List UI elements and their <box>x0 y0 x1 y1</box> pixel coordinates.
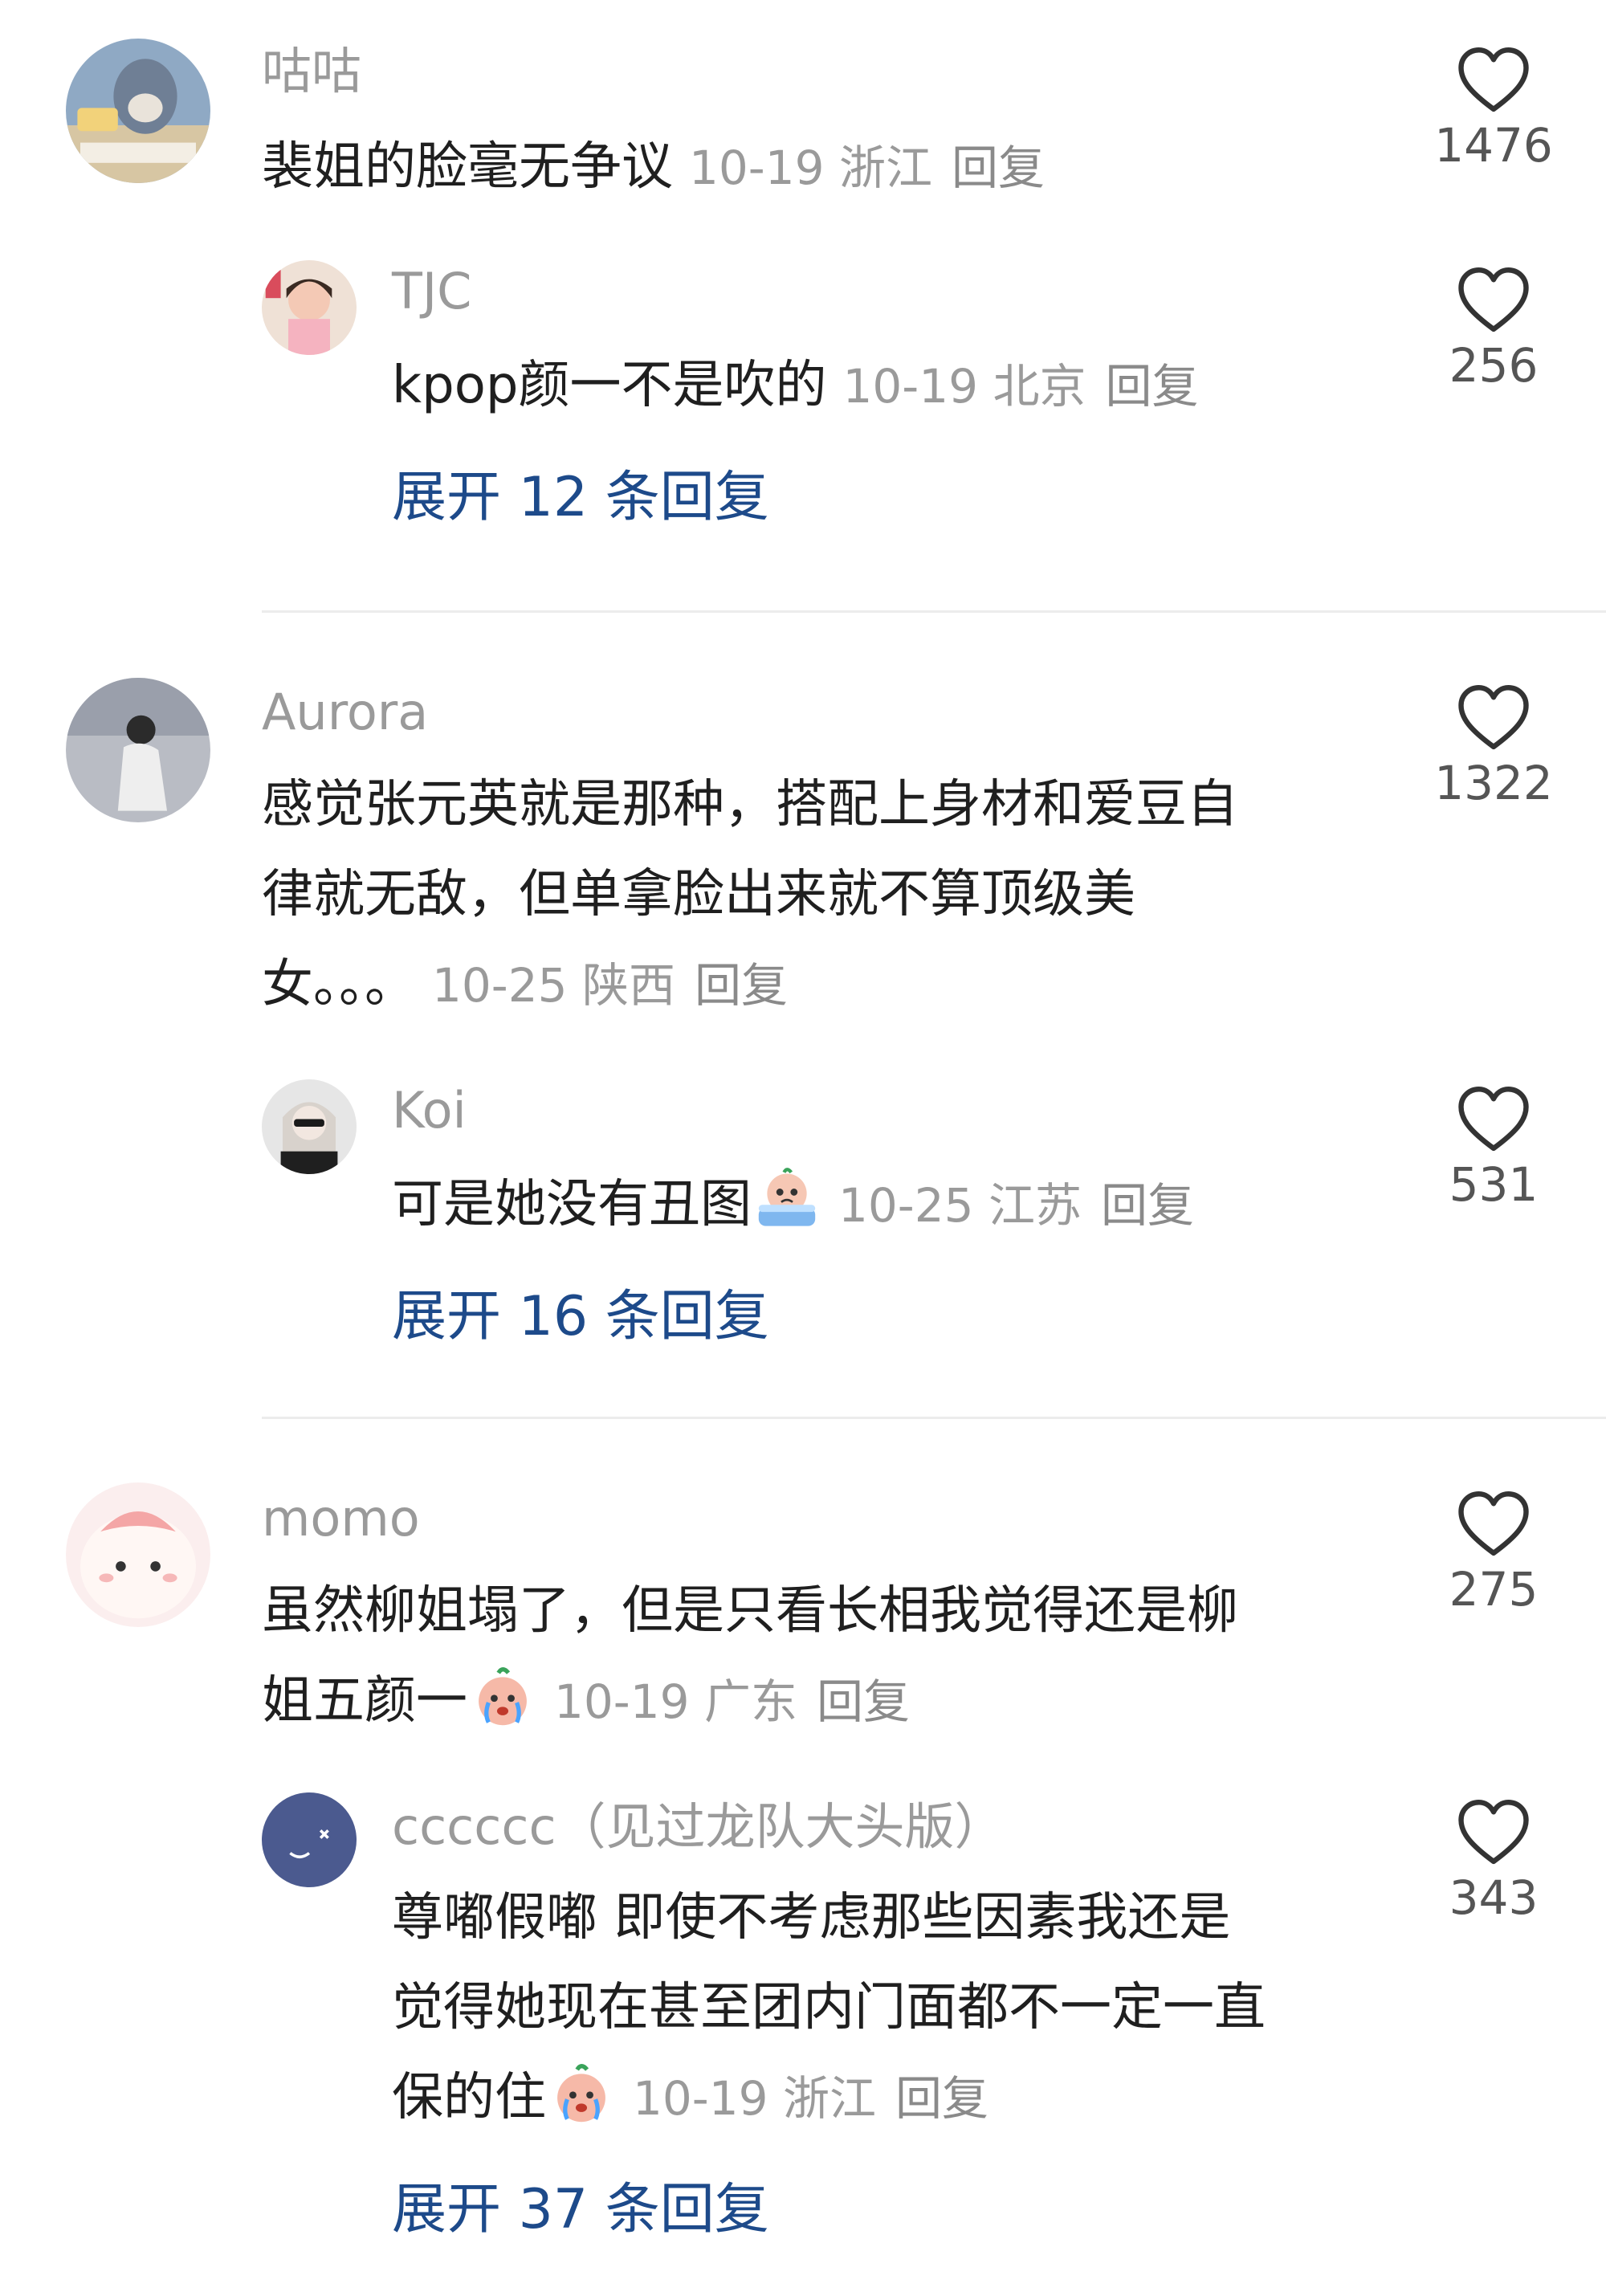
like-button[interactable]: 275 <box>1413 1491 1574 1613</box>
avatar-image <box>66 678 210 822</box>
like-button[interactable]: 1322 <box>1413 684 1574 806</box>
comment-line: 律就无敌，但单拿脸出来就不算顶级美 <box>262 865 1135 924</box>
like-count: 256 <box>1449 338 1539 393</box>
reply-text: kpop颜一不是吹的 10-19 北京 回复 <box>392 341 1198 431</box>
reply-location: 北京 <box>993 359 1086 414</box>
comment-line-last: 女。。。 10-25 陕西 回复 <box>262 940 1238 1030</box>
reply-line: 保的住 <box>392 2068 546 2127</box>
reply-button[interactable]: 回复 <box>695 958 788 1013</box>
divider <box>262 1417 1606 1419</box>
reply-button[interactable]: 回复 <box>817 1674 910 1729</box>
reply-button[interactable]: 回复 <box>895 2071 988 2126</box>
comment-meta: 10-19 浙江 回复 <box>689 141 1045 195</box>
reply-text: 可是她没有丑图 10-25 江苏 回复 <box>392 1160 1194 1250</box>
like-count: 343 <box>1449 1870 1539 1925</box>
crying-emoji-icon <box>546 2058 617 2129</box>
divider <box>262 610 1606 613</box>
reply-avatar[interactable] <box>262 1792 357 1887</box>
heart-outline-icon <box>1458 1800 1529 1865</box>
comment-username[interactable]: momo <box>262 1494 420 1544</box>
comment-text: 裴姐的脸毫无争议 10-19 浙江 回复 <box>262 122 1045 213</box>
comment-meta: 10-25 陕西 回复 <box>432 958 788 1013</box>
reply-avatar[interactable] <box>262 260 357 355</box>
heart-outline-icon <box>1458 47 1529 112</box>
avatar[interactable] <box>66 39 210 183</box>
heart-outline-icon <box>1458 685 1529 750</box>
comment-date: 10-19 <box>689 141 825 195</box>
reply-location: 浙江 <box>782 2071 876 2126</box>
reply-username[interactable]: TJC <box>392 267 471 316</box>
reply-date: 10-25 <box>838 1178 974 1233</box>
comment-text: 感觉张元英就是那种，搭配上身材和爱豆自 律就无敌，但单拿脸出来就不算顶级美 女。… <box>262 760 1238 1030</box>
like-count: 275 <box>1449 1562 1539 1617</box>
heart-outline-icon <box>1458 267 1529 332</box>
reply-meta: 10-19 浙江 回复 <box>633 2071 988 2126</box>
like-count: 531 <box>1449 1157 1539 1212</box>
reply-date: 10-19 <box>842 359 979 414</box>
comment-text: 虽然柳姐塌了，但是只看长相我觉得还是柳 姐五颜一 10-19 广东 回复 <box>262 1566 1238 1747</box>
heart-outline-icon <box>1458 1087 1529 1152</box>
expand-replies-button[interactable]: 展开 37 条回复 <box>392 2183 769 2237</box>
reply-button[interactable]: 回复 <box>1105 359 1198 414</box>
comment-date: 10-25 <box>432 958 568 1013</box>
comment-line-last: 姐五颜一 10-19 广东 回复 <box>262 1656 1238 1747</box>
reply-avatar[interactable] <box>262 1079 357 1174</box>
avatar-image <box>262 1792 357 1887</box>
reply-username[interactable]: cccccc（见过龙队大头版） <box>392 1802 1005 1852</box>
reply-meta: 10-19 北京 回复 <box>842 359 1198 414</box>
reply-line: 觉得她现在甚至团内门面都不一定一直 <box>392 1978 1266 2037</box>
reply-username[interactable]: Koi <box>392 1086 467 1136</box>
reply-date: 10-19 <box>633 2071 768 2126</box>
comment-location: 广东 <box>703 1674 797 1729</box>
comment-line: 姐五颜一 <box>262 1671 467 1731</box>
avatar[interactable] <box>66 678 210 822</box>
comment-body: 裴姐的脸毫无争议 <box>262 137 673 197</box>
comment-location: 浙江 <box>838 141 932 195</box>
comment-line: 虽然柳姐塌了，但是只看长相我觉得还是柳 <box>262 1581 1238 1641</box>
reply-text: 尊嘟假嘟 即使不考虑那些因素我还是 觉得她现在甚至团内门面都不一定一直 保的住 1… <box>392 1873 1266 2143</box>
reply-button[interactable]: 回复 <box>1101 1178 1194 1233</box>
comment-location: 陕西 <box>581 958 675 1013</box>
heart-outline-icon <box>1458 1491 1529 1556</box>
comment-date: 10-19 <box>554 1674 690 1729</box>
comment-line: 女。。。 <box>262 955 416 1014</box>
expand-replies-button[interactable]: 展开 12 条回复 <box>392 471 769 525</box>
avatar[interactable] <box>66 1482 210 1627</box>
like-button[interactable]: 256 <box>1413 267 1574 389</box>
like-count: 1322 <box>1434 756 1553 810</box>
crying-emoji-icon <box>467 1662 538 1732</box>
reply-button[interactable]: 回复 <box>952 141 1045 195</box>
like-button[interactable]: 343 <box>1413 1799 1574 1921</box>
reply-location: 江苏 <box>988 1178 1082 1233</box>
reply-body: kpop颜一不是吹的 <box>392 356 827 415</box>
reply-line: 尊嘟假嘟 即使不考虑那些因素我还是 <box>392 1888 1231 1947</box>
avatar-image <box>262 260 357 355</box>
like-button[interactable]: 531 <box>1413 1086 1574 1208</box>
reply-meta: 10-25 江苏 回复 <box>838 1178 1194 1233</box>
comment-line: 感觉张元英就是那种，搭配上身材和爱豆自 <box>262 775 1238 834</box>
bathtub-crying-emoji-icon <box>752 1165 822 1236</box>
reply-body: 可是她没有丑图 <box>392 1175 752 1234</box>
comment-username[interactable]: 咕咕 <box>262 47 361 96</box>
expand-replies-button[interactable]: 展开 16 条回复 <box>392 1290 769 1344</box>
like-count: 1476 <box>1434 118 1553 173</box>
avatar-image <box>66 1482 210 1627</box>
comment-username[interactable]: Aurora <box>262 687 428 737</box>
avatar-image <box>66 39 210 183</box>
avatar-image <box>262 1079 357 1174</box>
like-button[interactable]: 1476 <box>1413 47 1574 169</box>
reply-line-last: 保的住 10-19 浙江 回复 <box>392 2053 1266 2143</box>
comment-meta: 10-19 广东 回复 <box>554 1674 910 1729</box>
